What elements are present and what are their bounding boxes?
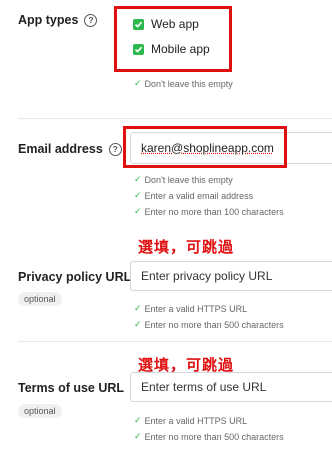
hint-text: Enter no more than 100 characters — [144, 206, 284, 217]
validation-hint: ✓ Enter a valid HTTPS URL — [134, 303, 247, 314]
check-icon: ✓ — [134, 431, 142, 441]
section-divider — [18, 341, 332, 342]
validation-hint: ✓ Don't leave this empty — [134, 174, 233, 185]
check-icon: ✓ — [134, 78, 142, 88]
validation-hint: ✓ Enter no more than 100 characters — [134, 206, 284, 217]
optional-badge: optional — [18, 292, 62, 306]
terms-of-use-input[interactable]: Enter terms of use URL — [130, 372, 332, 402]
hint-text: Don't leave this empty — [144, 78, 233, 89]
privacy-policy-placeholder: Enter privacy policy URL — [141, 269, 273, 283]
hint-text: Enter a valid HTTPS URL — [144, 303, 248, 314]
check-icon: ✓ — [134, 415, 142, 425]
app-types-label: App types? — [18, 13, 98, 27]
validation-hint: ✓ Enter a valid HTTPS URL — [134, 415, 247, 426]
checkbox-label: Mobile app — [151, 42, 210, 56]
checkbox-mobile-app[interactable]: Mobile app — [133, 42, 210, 56]
privacy-optional-wrap: optional — [18, 289, 62, 307]
check-icon: ✓ — [134, 174, 142, 184]
check-icon: ✓ — [134, 206, 142, 216]
validation-hint: ✓ Don't leave this empty — [134, 78, 233, 89]
terms-optional-wrap: optional — [18, 401, 62, 419]
privacy-policy-label: Privacy policy URL — [18, 270, 132, 284]
email-label-text: Email address — [18, 142, 103, 156]
annotation-box-email — [123, 126, 287, 168]
checkbox-checked-icon[interactable] — [133, 18, 144, 30]
annotation-box-app-types — [114, 6, 232, 72]
checkbox-checked-icon[interactable] — [133, 43, 144, 55]
hint-text: Enter a valid HTTPS URL — [144, 415, 248, 426]
validation-hint: ✓ Enter a valid email address — [134, 190, 253, 201]
validation-hint: ✓ Enter no more than 500 characters — [134, 431, 284, 442]
optional-badge: optional — [18, 404, 62, 418]
annotation-optional-skip: 選填，可跳過 — [138, 239, 235, 256]
check-icon: ✓ — [134, 303, 142, 313]
hint-text: Enter no more than 500 characters — [144, 431, 284, 442]
app-types-label-text: App types — [18, 13, 79, 27]
privacy-policy-input[interactable]: Enter privacy policy URL — [130, 261, 332, 291]
help-icon[interactable]: ? — [84, 14, 98, 27]
section-divider — [18, 118, 332, 119]
check-icon: ✓ — [134, 190, 142, 200]
hint-text: Enter no more than 500 characters — [144, 319, 284, 330]
hint-text: Don't leave this empty — [144, 174, 233, 185]
validation-hint: ✓ Enter no more than 500 characters — [134, 319, 284, 330]
help-icon[interactable]: ? — [108, 143, 122, 156]
terms-of-use-placeholder: Enter terms of use URL — [141, 380, 267, 394]
checkbox-label: Web app — [151, 17, 199, 31]
hint-text: Enter a valid email address — [144, 190, 254, 201]
check-icon: ✓ — [134, 319, 142, 329]
checkbox-web-app[interactable]: Web app — [133, 17, 199, 31]
email-label: Email address? — [18, 142, 122, 156]
terms-of-use-label: Terms of use URL — [18, 381, 125, 395]
